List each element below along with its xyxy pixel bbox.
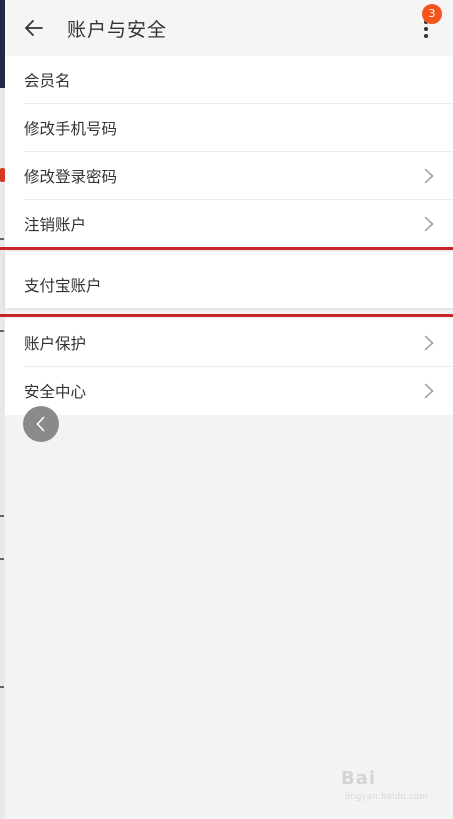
back-arrow-icon[interactable] — [22, 16, 46, 40]
menu-item-security-center[interactable]: 安全中心 — [5, 367, 453, 415]
background-text-fragment — [0, 330, 4, 332]
menu-item-alipay-account[interactable]: 支付宝账户 — [5, 252, 453, 308]
highlighted-alipay-section: 支付宝账户 — [0, 247, 453, 317]
chevron-left-icon — [36, 416, 45, 432]
highlight-line-top — [0, 247, 453, 250]
menu-item-label: 修改手机号码 — [24, 120, 118, 138]
menu-item-cancel-account[interactable]: 注销账户 — [5, 200, 453, 248]
chevron-right-icon — [424, 216, 434, 232]
settings-list-secondary: 账户保护 安全中心 — [5, 319, 453, 415]
highlight-line-bottom — [0, 314, 453, 317]
watermark-text: Bai — [341, 768, 377, 789]
chevron-right-icon — [424, 383, 434, 399]
background-text-fragment — [0, 686, 4, 688]
menu-item-label: 安全中心 — [24, 383, 87, 401]
chevron-right-icon — [424, 335, 434, 351]
chevron-right-icon — [424, 168, 434, 184]
baidu-jingyan-watermark: Bai jingyan.baidu.com — [341, 760, 441, 808]
header-bar: 账户与安全 3 — [5, 0, 453, 56]
menu-item-label: 会员名 — [24, 72, 71, 90]
page-title: 账户与安全 — [67, 19, 168, 41]
notification-badge: 3 — [422, 4, 442, 24]
background-text-fragment — [0, 515, 4, 517]
menu-item-change-phone[interactable]: 修改手机号码 — [5, 104, 453, 152]
background-text-fragment — [0, 558, 4, 560]
menu-item-label: 修改登录密码 — [24, 168, 118, 186]
account-security-panel: 账户与安全 3 会员名 修改手机号码 修改登录密码 注销账户 支付宝账户 账户保… — [0, 0, 453, 819]
menu-item-label: 账户保护 — [24, 335, 87, 353]
menu-item-member-name[interactable]: 会员名 — [5, 56, 453, 104]
menu-item-account-protection[interactable]: 账户保护 — [5, 319, 453, 367]
floating-back-button[interactable] — [23, 406, 59, 442]
menu-item-change-password[interactable]: 修改登录密码 — [5, 152, 453, 200]
settings-list: 会员名 修改手机号码 修改登录密码 注销账户 — [5, 56, 453, 248]
watermark-subtext: jingyan.baidu.com — [345, 792, 429, 802]
menu-item-label: 注销账户 — [24, 216, 87, 234]
menu-item-label: 支付宝账户 — [24, 277, 102, 295]
background-text-fragment — [0, 238, 4, 240]
